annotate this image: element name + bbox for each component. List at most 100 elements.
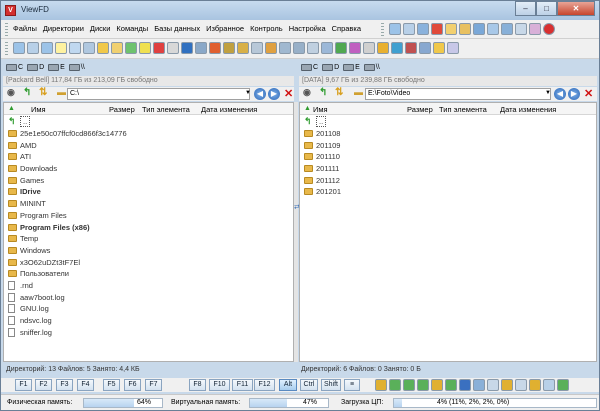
folder-row[interactable]: MININT [4,198,293,210]
maximize-button[interactable]: □ [536,1,557,16]
folder-arrow-icon[interactable] [375,379,387,391]
folder-row[interactable]: Downloads [4,163,293,175]
col-size[interactable]: Размер [407,105,433,114]
right-drive-d[interactable]: D [322,63,339,71]
f1-button[interactable]: F1 [15,379,32,391]
search-icon[interactable] [111,42,123,54]
folder-row[interactable]: 201112 [300,174,596,186]
left-drive-e[interactable]: E [48,63,65,71]
folder-row[interactable]: 201111 [300,163,596,175]
f3-button[interactable]: F3 [56,379,73,391]
mkdir-f7-icon[interactable] [417,379,429,391]
clock-icon[interactable] [321,42,333,54]
f8-button[interactable]: F8 [189,379,206,391]
f10-button[interactable]: F10 [209,379,230,391]
f2-button[interactable]: F2 [35,379,52,391]
panel-splitter[interactable] [294,102,298,362]
col-type[interactable]: Тип элемента [439,105,487,114]
back-button[interactable]: ◀ [554,88,566,100]
thumb-icon[interactable] [487,379,499,391]
thumbnails-icon[interactable] [83,42,95,54]
box-icon[interactable] [265,42,277,54]
file-row[interactable]: ndsvc.log [4,315,293,327]
parent-dir-row[interactable]: ↰.. [4,116,293,128]
right-drive-e[interactable]: E [343,63,360,71]
menu-control[interactable]: Контроль [250,24,283,33]
left-drive-c[interactable]: C [6,63,23,71]
list-icon[interactable] [417,23,429,35]
eye-icon[interactable]: ◉ [7,87,15,98]
folder-row[interactable]: 201110 [300,151,596,163]
gear-icon[interactable] [279,42,291,54]
folder-row[interactable]: Program Files [4,210,293,222]
folder-icon[interactable]: ▬ [354,87,363,97]
minus-icon[interactable] [125,42,137,54]
close-button[interactable]: ✕ [557,1,595,16]
close-icon[interactable]: ✕ [584,87,593,100]
image-icon[interactable] [529,23,541,35]
f12-button[interactable]: F12 [254,379,275,391]
move-f6-icon[interactable] [403,379,415,391]
star-icon[interactable] [139,42,151,54]
f4-button[interactable]: F4 [77,379,94,391]
left-path-input[interactable]: C:\ [67,88,250,100]
col-size[interactable]: Размер [109,105,135,114]
f6-button[interactable]: F6 [124,379,141,391]
pdf-icon[interactable] [431,23,443,35]
folder-icon[interactable] [445,23,457,35]
folder-row[interactable]: x3O62uDZt3tF7El [4,256,293,268]
folder-gold-icon[interactable] [529,379,541,391]
menu-databases[interactable]: Базы данных [154,24,200,33]
f7-button[interactable]: F7 [145,379,162,391]
bulb-icon[interactable] [55,42,67,54]
file-row[interactable]: sniffer.log [4,326,293,338]
target-icon[interactable] [459,379,471,391]
folder-row[interactable]: 201109 [300,139,596,151]
folder-icon[interactable]: ▬ [57,87,66,97]
f11-button[interactable]: F11 [232,379,253,391]
right-drive-network[interactable]: \\ [363,63,380,71]
right-drive-c[interactable]: C [301,63,318,71]
file-row[interactable]: aaw7boot.log [4,291,293,303]
grid-icon[interactable] [515,379,527,391]
toolbar-grip[interactable] [381,23,384,36]
leaf-icon[interactable] [335,42,347,54]
left-drive-d[interactable]: D [27,63,44,71]
screen-icon[interactable] [251,42,263,54]
toolbar-grip[interactable] [5,23,8,36]
export-icon[interactable] [557,379,569,391]
ctrl-button[interactable]: Ctrl [300,379,318,391]
forward-button[interactable]: ▶ [268,88,280,100]
folder-row[interactable]: ATI [4,151,293,163]
purple-icon[interactable] [349,42,361,54]
menu-files[interactable]: Файлы [13,24,37,33]
folder-row[interactable]: IDrive [4,186,293,198]
folder-row[interactable]: Temp [4,233,293,245]
shift-button[interactable]: Shift [321,379,341,391]
report-icon[interactable] [419,42,431,54]
chevron-down-icon[interactable]: ▼ [545,90,551,96]
right-path-input[interactable]: E:\Foto\Video [365,88,551,100]
tools-icon[interactable] [167,42,179,54]
minimize-button[interactable]: – [515,1,536,16]
up-icon[interactable]: ↰ [319,87,327,98]
panel-icon[interactable] [403,23,415,35]
file-row[interactable]: .rnd [4,280,293,292]
stripes-icon[interactable] [209,42,221,54]
folder-f8-icon[interactable] [431,379,443,391]
refresh-icon[interactable]: ⇅ [39,87,47,98]
list-view-icon[interactable]: ≡ [344,379,360,391]
copy-f5-icon[interactable] [389,379,401,391]
col-date[interactable]: Дата изменения [201,105,257,114]
folder-green-icon[interactable] [501,379,513,391]
f5-button[interactable]: F5 [103,379,120,391]
chest-icon[interactable] [237,42,249,54]
network-icon[interactable] [307,42,319,54]
folder-open-icon[interactable] [433,42,445,54]
print-icon[interactable] [515,23,527,35]
col-name[interactable]: Имя [31,105,46,114]
copy-icon[interactable] [473,23,485,35]
close-icon[interactable]: ✕ [284,87,293,100]
window-icon[interactable] [13,42,25,54]
folder-row[interactable]: Windows [4,245,293,257]
